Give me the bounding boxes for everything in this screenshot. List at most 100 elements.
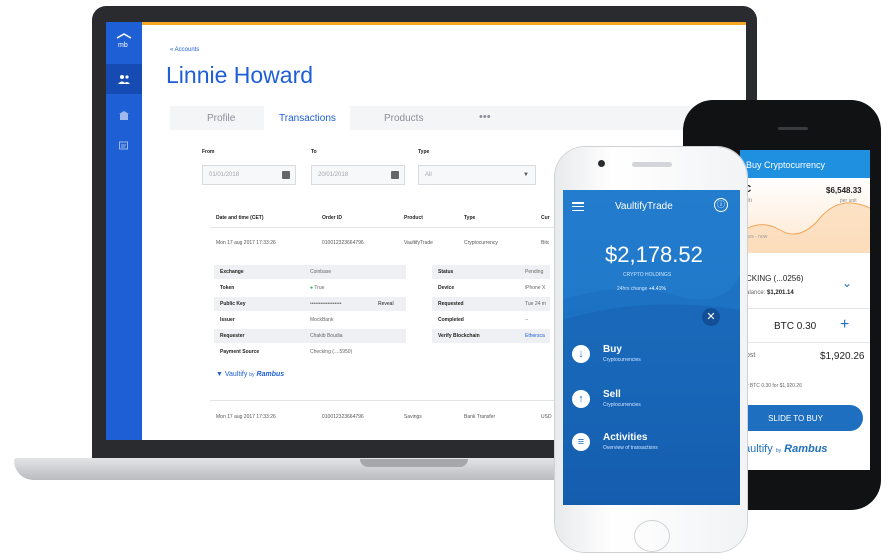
tab-more[interactable]: ••• <box>479 111 491 123</box>
detail-verify-blockchain: Verify Blockchain Ethersca <box>432 329 550 343</box>
detail-token: Token ● True <box>220 285 325 291</box>
to-date-value: 20/01/2018 <box>318 172 349 178</box>
info-icon[interactable]: ⓘ <box>714 198 728 212</box>
row1-date[interactable]: Mon 17 aug 2017 17:33:26 <box>216 240 276 246</box>
back-phone-title: Buy Cryptocurrency <box>746 160 826 170</box>
per-unit: per unit <box>840 198 857 204</box>
sell-icon[interactable]: ↑ <box>572 390 590 408</box>
buy-title[interactable]: Buy <box>603 344 622 355</box>
back-phone-brand: aultify by Rambus <box>744 443 828 455</box>
plus-icon[interactable]: + <box>840 316 849 334</box>
activities-icon[interactable]: ≡ <box>572 433 590 451</box>
logo-mark-icon: ▼ <box>216 371 223 378</box>
status-dot-icon: ● <box>310 285 314 291</box>
top-accent-bar <box>142 22 746 25</box>
client-name: Linnie Howard <box>166 62 314 88</box>
front-phone-speaker <box>632 162 672 167</box>
account-name: CKING (...0256) <box>746 274 804 283</box>
row2-product[interactable]: Savings <box>404 414 422 420</box>
holdings-label: CRYPTO HOLDINGS <box>623 272 672 278</box>
row2-order[interactable]: 0100123236647​96 <box>322 414 364 420</box>
close-icon[interactable]: ✕ <box>702 308 720 326</box>
type-select[interactable]: All ▼ <box>418 165 536 185</box>
report-icon[interactable] <box>106 130 142 160</box>
detail-public-key: Public Key •••••••••••••••••• Reveal <box>214 297 406 311</box>
detail-device: Device iPhone X <box>438 285 546 291</box>
tab-products[interactable]: Products <box>384 113 423 124</box>
change-label: 24hrs change +4.41% <box>617 286 666 292</box>
screen-wave-bg <box>563 190 740 505</box>
tab-strip <box>170 106 746 130</box>
detail-issuer: Issuer MockBank <box>220 317 334 323</box>
mb-logo-icon[interactable]: mb <box>106 26 142 56</box>
col-date: Date and time (CET) <box>216 215 264 221</box>
to-date-input[interactable]: 20/01/2018 <box>311 165 405 185</box>
amount-input[interactable]: BTC 0.30 + <box>740 312 870 342</box>
menu-icon[interactable] <box>572 202 584 212</box>
row1-currency[interactable]: Bitc <box>541 240 549 246</box>
type-label: Type <box>418 149 430 155</box>
app-title: VaultifyTrade <box>615 201 673 212</box>
sell-sub: Cryptocurrencies <box>603 402 641 408</box>
detail-requester: Requester Chakib Boudia <box>214 329 406 343</box>
chart-range: ours - now <box>744 234 768 240</box>
slide-to-buy-button[interactable]: SLIDE TO BUY <box>740 405 863 431</box>
chevron-down-icon: ⌄ <box>842 276 853 290</box>
cost-row: ost $1,920.26 <box>740 342 870 371</box>
type-value: All <box>425 172 432 178</box>
detail-requested: Requested Tue 24 m <box>432 297 550 311</box>
col-type: Type <box>464 215 476 221</box>
activities-sub: Overview of transactions <box>603 445 658 451</box>
detail-payment-source: Payment Source Checking (....5950) <box>220 349 353 355</box>
row1-type[interactable]: Cryptocurrency <box>464 240 498 246</box>
account-selector[interactable]: CKING (...0256) alance: $1,201.14 ⌄ <box>740 262 870 309</box>
buy-icon[interactable]: ↓ <box>572 345 590 363</box>
back-phone-header: Buy Cryptocurrency <box>740 150 870 178</box>
vaultify-rambus-logo: ▼ Vaultify by Rambus <box>216 371 285 378</box>
from-date-value: 01/01/2018 <box>209 172 240 178</box>
app-sidebar: mb <box>106 22 142 440</box>
col-currency: Cur <box>541 215 550 221</box>
buy-sub: Cryptocurrencies <box>603 357 641 363</box>
cost-label: ost <box>746 352 756 359</box>
price-chart: C oin $6,548.33 per unit ours - now <box>740 178 870 253</box>
cost-value: $1,920.26 <box>820 351 865 362</box>
svg-text:mb: mb <box>118 42 128 49</box>
from-label: From <box>202 149 215 155</box>
reveal-button[interactable]: Reveal <box>378 301 394 307</box>
row1-order[interactable]: 0100123236647​96 <box>322 240 364 246</box>
amount-value: BTC 0.30 <box>774 321 817 332</box>
calendar-icon[interactable] <box>391 171 399 179</box>
chevron-down-icon: ▼ <box>523 172 529 178</box>
tab-transactions[interactable]: Transactions <box>279 113 336 124</box>
purchase-summary: y BTC 0.30 for $1,920.26 <box>746 383 802 389</box>
front-phone-screen: VaultifyTrade ⓘ $2,178.52 CRYPTO HOLDING… <box>563 190 740 505</box>
account-balance: alance: $1,201.14 <box>746 290 794 296</box>
col-order-id: Order ID <box>322 215 343 221</box>
crypto-balance: $2,178.52 <box>605 242 703 267</box>
row2-type[interactable]: Bank Transfer <box>464 414 495 420</box>
row2-date[interactable]: Mon 17 aug 2017 17:33:26 <box>216 414 276 420</box>
coin-price: $6,548.33 <box>826 186 862 195</box>
row1-product[interactable]: VaultifyTrade <box>404 240 433 246</box>
users-icon[interactable] <box>106 64 142 94</box>
tab-profile[interactable]: Profile <box>207 113 235 124</box>
to-label: To <box>311 149 317 155</box>
row2-currency[interactable]: USD <box>541 414 552 420</box>
bank-icon[interactable] <box>106 100 142 130</box>
back-phone-screen: Buy Cryptocurrency C oin $6,548.33 per u… <box>740 150 870 470</box>
back-phone-speaker <box>778 127 808 130</box>
laptop-notch <box>360 459 468 467</box>
from-date-input[interactable]: 01/01/2018 <box>202 165 296 185</box>
activities-title[interactable]: Activities <box>603 432 647 443</box>
back-to-accounts-link[interactable]: « Accounts <box>170 47 199 53</box>
detail-exchange: Exchange Coinbase <box>214 265 406 279</box>
sell-title[interactable]: Sell <box>603 389 621 400</box>
col-product: Product <box>404 215 423 221</box>
detail-status: Status Pending <box>432 265 550 279</box>
front-phone-camera <box>598 160 605 167</box>
home-button[interactable] <box>634 520 670 552</box>
calendar-icon[interactable] <box>282 171 290 179</box>
etherscan-link[interactable]: Ethersca <box>525 333 545 339</box>
detail-completed: Completed -- <box>438 317 529 323</box>
